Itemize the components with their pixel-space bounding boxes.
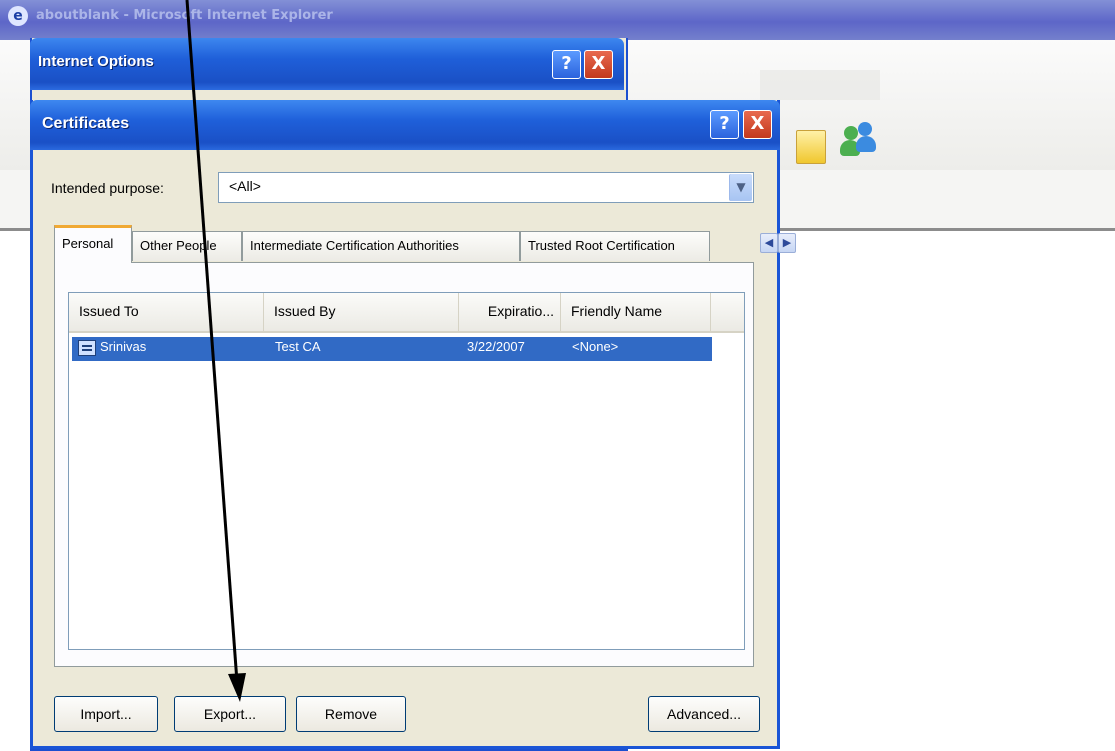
certificate-list[interactable]: Issued To Issued By Expiratio... Friendl… [68, 292, 745, 650]
certificate-icon [78, 340, 96, 356]
column-friendly-name[interactable]: Friendly Name [561, 293, 711, 331]
certificates-help-button[interactable]: ? [710, 110, 739, 139]
ie-toolbar-item [760, 70, 880, 100]
import-button[interactable]: Import... [54, 696, 158, 732]
mail-icon[interactable] [796, 130, 826, 164]
cell-issued-to: Srinivas [100, 339, 147, 354]
ie-logo-icon: e [8, 6, 28, 26]
certificate-tabs: Personal Other People Intermediate Certi… [54, 225, 796, 263]
column-issued-by[interactable]: Issued By [264, 293, 459, 331]
help-button[interactable]: ? [552, 50, 581, 79]
cell-friendly-name: <None> [572, 339, 619, 354]
intended-purpose-select[interactable]: <All> ▼ [218, 172, 754, 203]
intended-purpose-value: <All> [229, 178, 261, 194]
tab-scroll-buttons: ◀ ▶ [760, 233, 806, 253]
tab-other-people[interactable]: Other People [132, 231, 242, 261]
ie-window-title: aboutblank - Microsoft Internet Explorer [36, 8, 333, 23]
close-button[interactable]: X [584, 50, 613, 79]
cell-expiration: 3/22/2007 [467, 339, 525, 354]
cell-issued-by: Test CA [275, 339, 321, 354]
export-button[interactable]: Export... [174, 696, 286, 732]
certificates-close-button[interactable]: X [743, 110, 772, 139]
tab-personal[interactable]: Personal [54, 225, 132, 263]
tab-intermediate-ca[interactable]: Intermediate Certification Authorities [242, 231, 520, 261]
remove-button[interactable]: Remove [296, 696, 406, 732]
column-expiration[interactable]: Expiratio... [459, 293, 561, 331]
scroll-left-icon[interactable]: ◀ [760, 233, 778, 253]
list-header: Issued To Issued By Expiratio... Friendl… [69, 293, 744, 333]
column-issued-to[interactable]: Issued To [69, 293, 264, 331]
table-row[interactable]: Srinivas Test CA 3/22/2007 <None> [72, 337, 712, 361]
certificates-title: Certificates [42, 115, 130, 132]
advanced-button[interactable]: Advanced... [648, 696, 760, 732]
certificates-titlebar [30, 100, 780, 150]
tab-trusted-root[interactable]: Trusted Root Certification [520, 231, 710, 261]
internet-options-title: Internet Options [38, 53, 154, 70]
scroll-right-icon[interactable]: ▶ [778, 233, 796, 253]
messenger-icon[interactable] [840, 120, 880, 162]
intended-purpose-label: Intended purpose: [51, 180, 164, 196]
chevron-down-icon[interactable]: ▼ [729, 174, 752, 201]
